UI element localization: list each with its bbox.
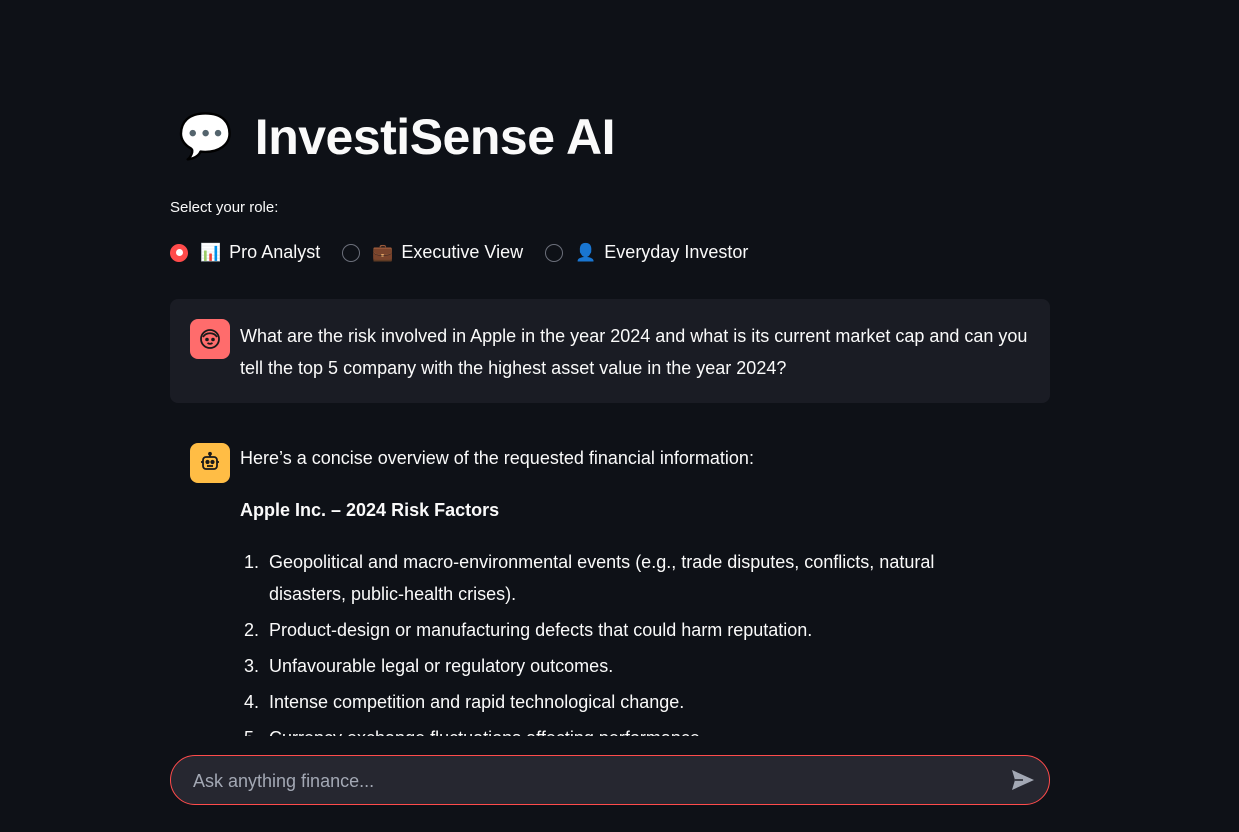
list-item-number: 3.: [244, 656, 260, 676]
list-item-number: 2.: [244, 620, 260, 640]
robot-icon: [201, 451, 219, 470]
radio-button-selected[interactable]: [170, 243, 188, 262]
bot-avatar: [190, 443, 230, 483]
role-option-label: Executive View: [401, 242, 524, 262]
list-item-text: Geopolitical and macro-environmental eve…: [269, 552, 935, 604]
send-button[interactable]: [1009, 767, 1037, 793]
list-item: 3. Unfavourable legal or regulatory outc…: [240, 650, 1000, 682]
list-item-number: 4.: [244, 692, 260, 712]
list-item: 5. Currency exchange fluctuations affect…: [240, 722, 1000, 736]
chat-input[interactable]: [191, 756, 995, 806]
role-option-label: Everyday Investor: [604, 242, 749, 262]
role-selector-label: Select your role:: [170, 199, 279, 216]
page-title: 💬 InvestiSense AI: [178, 108, 616, 166]
briefcase-icon: 💼: [372, 242, 394, 262]
user-message: What are the risk involved in Apple in t…: [170, 299, 1050, 403]
list-item: 4. Intense competition and rapid technol…: [240, 686, 1000, 718]
list-item-text: Product-design or manufacturing defects …: [269, 620, 813, 640]
user-avatar: [190, 319, 230, 359]
list-item-text: Intense competition and rapid technologi…: [269, 692, 685, 712]
bar-chart-icon: 📊: [200, 242, 222, 262]
list-item: 2. Product-design or manufacturing defec…: [240, 614, 1000, 646]
app-title: InvestiSense AI: [254, 109, 616, 165]
radio-button[interactable]: [545, 243, 564, 262]
speech-bubble-icon: 💬: [178, 112, 233, 161]
role-option-executive-view[interactable]: 💼 Executive View: [342, 242, 523, 263]
risk-factor-list: 1. Geopolitical and macro-environmental …: [240, 546, 1000, 736]
role-radio-group: 📊 Pro Analyst 💼 Executive View 👤 Everyda…: [170, 242, 770, 263]
list-item-number: 5.: [240, 722, 269, 736]
user-message-text: What are the risk involved in Apple in t…: [240, 326, 1028, 378]
role-option-label: Pro Analyst: [229, 242, 321, 262]
radio-button[interactable]: [342, 243, 361, 262]
list-item: 1. Geopolitical and macro-environmental …: [240, 546, 1000, 610]
assistant-section-heading: Apple Inc. – 2024 Risk Factors: [240, 500, 500, 520]
person-silhouette-icon: 👤: [575, 242, 597, 262]
role-option-everyday-investor[interactable]: 👤 Everyday Investor: [545, 242, 748, 263]
list-item-text: Unfavourable legal or regulatory outcome…: [269, 656, 614, 676]
list-item-text: Currency exchange fluctuations affecting…: [269, 722, 1000, 736]
list-item-number: 1.: [244, 552, 260, 572]
app-page: 💬 InvestiSense AI Select your role: 📊 Pr…: [0, 0, 1239, 832]
assistant-intro-text: Here’s a concise overview of the request…: [240, 448, 754, 468]
chat-input-container: [170, 755, 1050, 806]
send-icon: [1012, 770, 1034, 790]
role-option-pro-analyst[interactable]: 📊 Pro Analyst: [170, 242, 320, 263]
user-face-icon: [200, 329, 220, 349]
